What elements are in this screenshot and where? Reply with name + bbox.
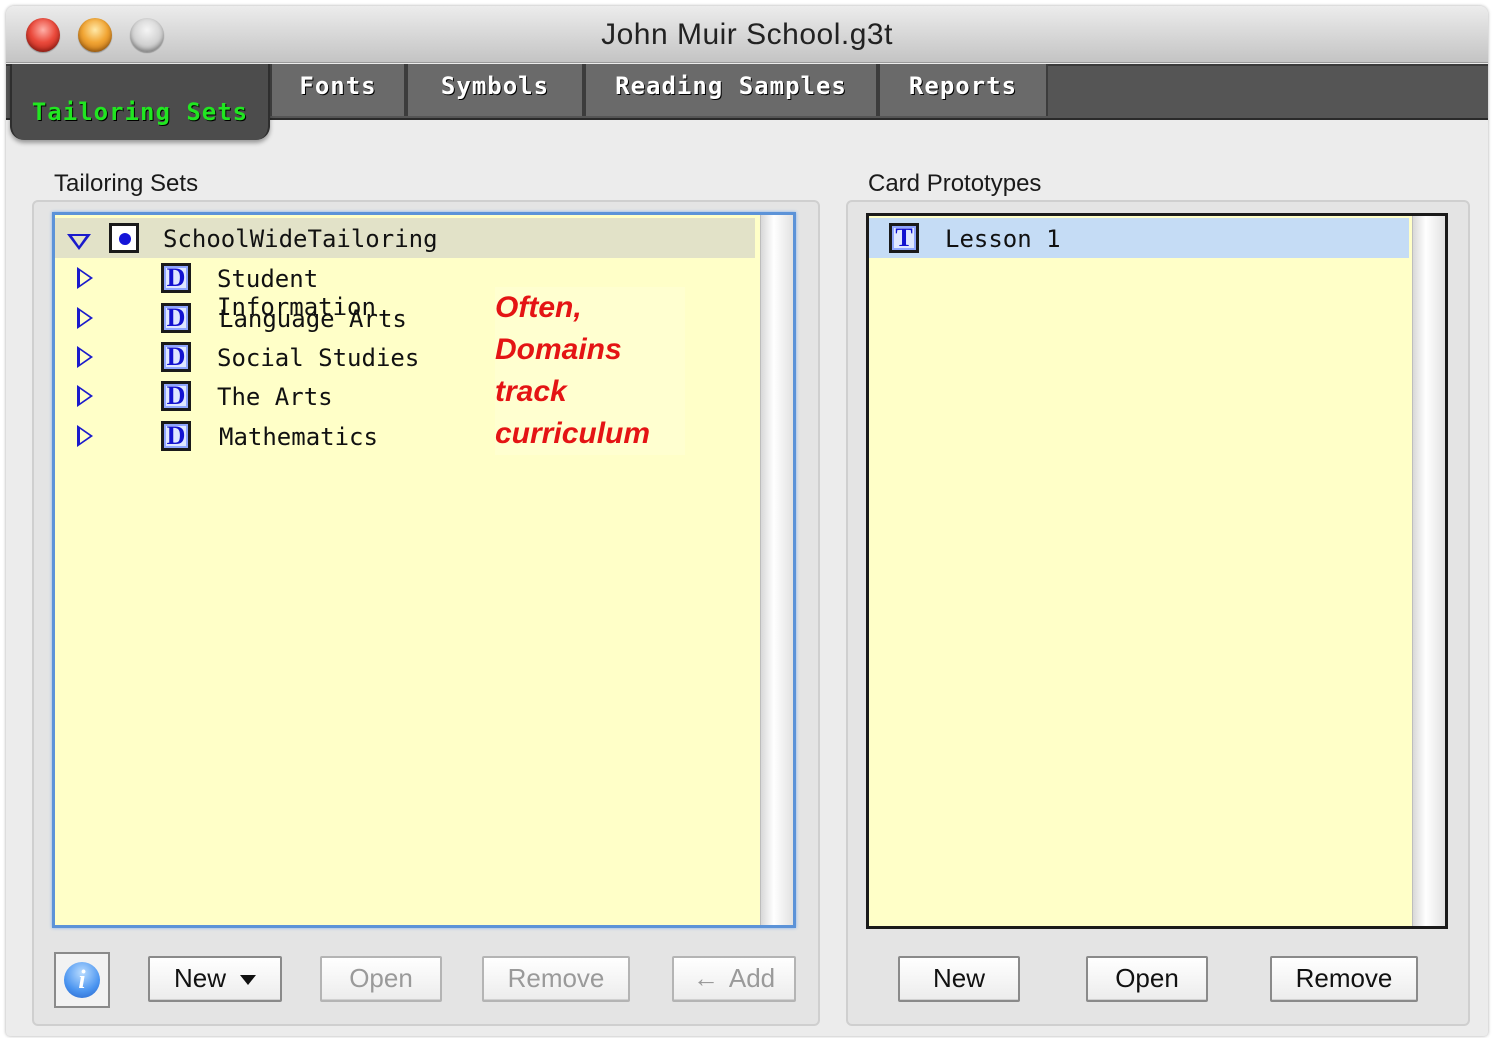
disclosure-collapsed-icon[interactable] bbox=[77, 267, 93, 289]
domain-icon: D bbox=[161, 342, 191, 372]
add-button[interactable]: ← Add bbox=[672, 956, 796, 1002]
disclosure-collapsed-icon[interactable] bbox=[77, 346, 93, 368]
tailoring-set-icon bbox=[109, 223, 139, 253]
tab-reading-samples[interactable]: Reading Samples bbox=[584, 64, 878, 116]
info-icon: i bbox=[64, 962, 100, 998]
annotation-line: track bbox=[495, 375, 567, 408]
disclosure-collapsed-icon[interactable] bbox=[77, 385, 93, 407]
card-prototypes-scrollbar[interactable] bbox=[1412, 216, 1445, 926]
domain-icon: D bbox=[161, 303, 191, 333]
app-window: John Muir School.g3t Tailoring Sets Font… bbox=[6, 6, 1488, 1036]
tree-row-mathematics[interactable]: D Mathematics bbox=[55, 416, 475, 456]
add-button-label: Add bbox=[728, 963, 776, 993]
remove-tailoring-set-button[interactable]: Remove bbox=[482, 956, 630, 1002]
card-prototypes-group-label: Card Prototypes bbox=[868, 170, 1042, 197]
tree-item-label: Mathematics bbox=[219, 423, 378, 451]
window-title: John Muir School.g3t bbox=[601, 18, 893, 51]
domain-icon: D bbox=[161, 421, 191, 451]
tailoring-sets-scrollbar[interactable] bbox=[760, 215, 793, 925]
tab-fonts[interactable]: Fonts bbox=[270, 64, 406, 116]
new-tailoring-set-button[interactable]: New bbox=[148, 956, 282, 1002]
disclosure-expanded-icon[interactable] bbox=[67, 234, 91, 250]
annotation-line: Domains bbox=[495, 333, 622, 366]
annotation-line: Often, bbox=[495, 291, 582, 324]
annotation-note: Often, Domains track curriculum bbox=[495, 287, 685, 455]
tab-tailoring-sets[interactable]: Tailoring Sets bbox=[10, 64, 270, 140]
card-prototypes-list[interactable]: T Lesson 1 bbox=[866, 213, 1448, 929]
tree-item-label: Language Arts bbox=[219, 305, 407, 333]
tree-row-language-arts[interactable]: D Language Arts bbox=[55, 298, 475, 338]
arrow-left-icon: ← bbox=[692, 963, 719, 993]
tab-reports[interactable]: Reports bbox=[878, 64, 1048, 116]
domain-icon: D bbox=[161, 381, 191, 411]
tree-item-label: The Arts bbox=[217, 383, 333, 411]
domain-icon: D bbox=[161, 263, 191, 293]
tree-row-student-information[interactable]: D Student Information bbox=[55, 258, 475, 321]
info-button[interactable]: i bbox=[54, 952, 110, 1008]
new-card-prototype-button[interactable]: New bbox=[898, 956, 1020, 1002]
template-icon: T bbox=[889, 223, 919, 253]
tailoring-sets-group-label: Tailoring Sets bbox=[54, 170, 199, 197]
new-button-label: New bbox=[173, 963, 226, 993]
open-tailoring-set-button[interactable]: Open bbox=[320, 956, 442, 1002]
tree-root-label: SchoolWideTailoring bbox=[163, 225, 438, 253]
disclosure-collapsed-icon[interactable] bbox=[77, 425, 93, 447]
remove-card-prototype-button[interactable]: Remove bbox=[1270, 956, 1418, 1002]
title-bar[interactable]: John Muir School.g3t bbox=[6, 6, 1488, 63]
annotation-line: curriculum bbox=[495, 417, 651, 450]
tree-item-label: Social Studies bbox=[217, 344, 420, 372]
tree-root-row[interactable]: SchoolWideTailoring bbox=[55, 218, 755, 258]
tab-symbols[interactable]: Symbols bbox=[406, 64, 584, 116]
dropdown-caret-icon bbox=[240, 975, 256, 986]
open-card-prototype-button[interactable]: Open bbox=[1086, 956, 1208, 1002]
list-item-lesson-1[interactable]: T Lesson 1 bbox=[869, 218, 1409, 258]
tailoring-sets-tree[interactable]: SchoolWideTailoring D Student Informatio… bbox=[52, 212, 796, 928]
disclosure-collapsed-icon[interactable] bbox=[77, 307, 93, 329]
tree-row-the-arts[interactable]: D The Arts bbox=[55, 376, 475, 416]
tree-row-social-studies[interactable]: D Social Studies bbox=[55, 337, 475, 377]
list-item-label: Lesson 1 bbox=[945, 225, 1061, 253]
